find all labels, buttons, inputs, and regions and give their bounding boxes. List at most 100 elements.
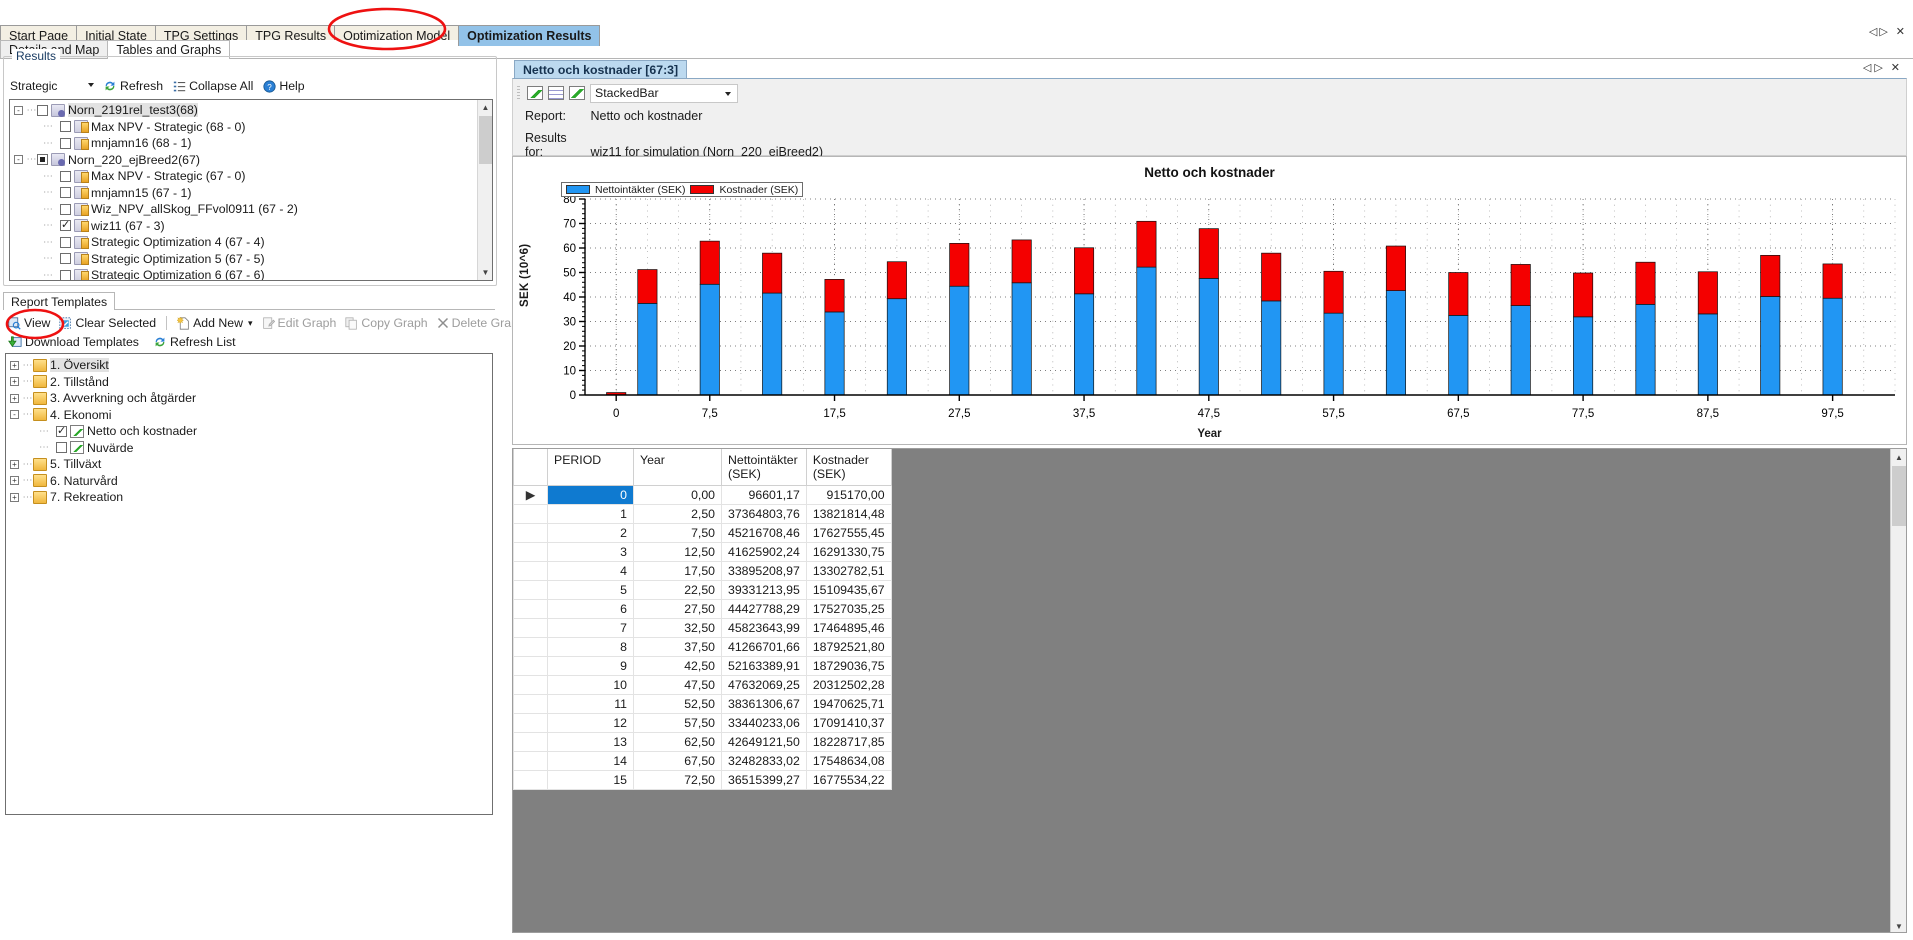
tree-node[interactable]: ⋯ Max NPV - Strategic (68 - 0)	[10, 119, 476, 136]
report-templates-toolbar-row2[interactable]: Download Templates Refresh List	[5, 332, 239, 352]
tree-node[interactable]: ⋯ mnjamn16 (68 - 1)	[10, 135, 476, 152]
row-marker[interactable]	[513, 694, 548, 714]
cell-nettointakter[interactable]: 42649121,50	[721, 732, 807, 752]
cell-year[interactable]: 22,50	[633, 580, 722, 600]
table-row[interactable]: 6 27,50 44427788,29 17527035,25	[513, 599, 892, 619]
table-row[interactable]: 10 47,50 47632069,25 20312502,28	[513, 675, 892, 695]
refresh-button[interactable]: Refresh	[100, 78, 166, 94]
cell-nettointakter[interactable]: 36515399,27	[721, 770, 807, 790]
help-button[interactable]: ? Help	[260, 78, 307, 94]
tree-node[interactable]: + ⋯ 7. Rekreation	[6, 489, 492, 506]
cell-period[interactable]: 5	[547, 580, 634, 600]
cell-kostnader[interactable]: 17091410,37	[805, 713, 892, 733]
expand-node-icon[interactable]: +	[10, 360, 19, 370]
cell-nettointakter[interactable]: 39331213,95	[721, 580, 807, 600]
doc-nav-right-icon[interactable]: ▷	[1874, 62, 1885, 74]
cell-year[interactable]: 17,50	[633, 561, 722, 581]
row-marker[interactable]	[513, 770, 548, 790]
tree-node-checkbox[interactable]	[37, 154, 48, 166]
cell-kostnader[interactable]: 18792521,80	[805, 637, 892, 657]
cell-nettointakter[interactable]: 52163389,91	[721, 656, 807, 676]
tree-node-checkbox[interactable]	[60, 170, 71, 182]
grid-icon[interactable]	[548, 86, 564, 100]
cell-kostnader[interactable]: 17464895,46	[805, 618, 892, 638]
results-tree-scrollbar[interactable]: ▲ ▼	[477, 100, 492, 280]
column-header[interactable]: Year	[633, 449, 722, 486]
cell-period[interactable]: 11	[547, 694, 634, 714]
cell-kostnader[interactable]: 17548634,08	[805, 751, 892, 771]
table-row[interactable]: ▶ 0 0,00 96601,17 915170,00	[513, 485, 892, 505]
cell-kostnader[interactable]: 13821814,48	[805, 504, 892, 524]
tree-node[interactable]: + ⋯ 3. Avverkning och åtgärder	[6, 390, 492, 407]
cell-year[interactable]: 12,50	[633, 542, 722, 562]
expand-node-icon[interactable]: +	[10, 459, 19, 469]
copy-graph-button[interactable]: Copy Graph	[342, 315, 430, 331]
tab-netto-och-kostnader[interactable]: Netto och kostnader [67:3]	[514, 60, 688, 78]
tree-node[interactable]: + ⋯ 2. Tillstånd	[6, 374, 492, 391]
cell-nettointakter[interactable]: 32482833,02	[721, 751, 807, 771]
doc-close-icon[interactable]: ✕	[1891, 62, 1903, 74]
cell-period[interactable]: 9	[547, 656, 634, 676]
scroll-up-icon[interactable]: ▲	[478, 100, 492, 115]
cell-period[interactable]: 10	[547, 675, 634, 695]
tree-node-checkbox[interactable]	[56, 442, 67, 454]
cell-year[interactable]: 37,50	[633, 637, 722, 657]
cell-period[interactable]: 4	[547, 561, 634, 581]
tab-report-templates[interactable]: Report Templates	[3, 292, 116, 310]
cell-nettointakter[interactable]: 45216708,46	[721, 523, 807, 543]
tree-node[interactable]: ⋯ Nuvärde	[6, 440, 492, 457]
cell-kostnader[interactable]: 13302782,51	[805, 561, 892, 581]
cell-year[interactable]: 57,50	[633, 713, 722, 733]
toolbar-grip[interactable]	[517, 86, 520, 100]
column-header[interactable]: Nettointäkter (SEK)	[721, 449, 807, 486]
table-row[interactable]: 8 37,50 41266701,66 18792521,80	[513, 637, 892, 657]
table-row[interactable]: 2 7,50 45216708,46 17627555,45	[513, 523, 892, 543]
cell-year[interactable]: 2,50	[633, 504, 722, 524]
column-header[interactable]	[513, 449, 548, 486]
cell-nettointakter[interactable]: 41266701,66	[721, 637, 807, 657]
cell-nettointakter[interactable]: 41625902,24	[721, 542, 807, 562]
row-marker[interactable]: ▶	[513, 485, 548, 505]
cell-nettointakter[interactable]: 38361306,67	[721, 694, 807, 714]
collapse-node-icon[interactable]: -	[14, 105, 23, 115]
chart-type-combobox[interactable]: StackedBar	[590, 83, 738, 103]
cell-kostnader[interactable]: 17627555,45	[805, 523, 892, 543]
scope-combobox[interactable]: Strategic	[8, 77, 96, 95]
column-header[interactable]: Kostnader (SEK)	[805, 449, 892, 486]
table-row[interactable]: 7 32,50 45823643,99 17464895,46	[513, 618, 892, 638]
tabstrip-nav-controls[interactable]: ◁▷ ✕	[1869, 25, 1907, 38]
cell-year[interactable]: 47,50	[633, 675, 722, 695]
row-marker[interactable]	[513, 751, 548, 771]
tree-node-checkbox[interactable]	[60, 137, 71, 149]
cell-kostnader[interactable]: 19470625,71	[805, 694, 892, 714]
cell-year[interactable]: 32,50	[633, 618, 722, 638]
tree-node-checkbox[interactable]	[60, 203, 71, 215]
cell-nettointakter[interactable]: 33440233,06	[721, 713, 807, 733]
row-marker[interactable]	[513, 732, 548, 752]
cell-kostnader[interactable]: 15109435,67	[805, 580, 892, 600]
table-row[interactable]: 11 52,50 38361306,67 19470625,71	[513, 694, 892, 714]
view-button[interactable]: View	[5, 315, 53, 331]
cell-kostnader[interactable]: 17527035,25	[805, 599, 892, 619]
scroll-down-icon[interactable]: ▼	[478, 265, 492, 280]
tab-nav-left-icon[interactable]: ◁	[1869, 26, 1879, 38]
tree-node[interactable]: - ⋯ Norn_2191rel_test3(68)	[10, 102, 476, 119]
cell-period[interactable]: 2	[547, 523, 634, 543]
cell-nettointakter[interactable]: 37364803,76	[721, 504, 807, 524]
tree-node-checkbox[interactable]	[60, 187, 71, 199]
row-marker[interactable]	[513, 523, 548, 543]
table-row[interactable]: 1 2,50 37364803,76 13821814,48	[513, 504, 892, 524]
row-marker[interactable]	[513, 713, 548, 733]
cell-nettointakter[interactable]: 96601,17	[721, 485, 807, 505]
edit-graph-button[interactable]: Edit Graph	[259, 315, 340, 331]
row-marker[interactable]	[513, 618, 548, 638]
cell-kostnader[interactable]: 16775534,22	[805, 770, 892, 790]
table-row[interactable]: 13 62,50 42649121,50 18228717,85	[513, 732, 892, 752]
cell-year[interactable]: 7,50	[633, 523, 722, 543]
table-row[interactable]: 4 17,50 33895208,97 13302782,51	[513, 561, 892, 581]
tree-node[interactable]: ⋯ Strategic Optimization 5 (67 - 5)	[10, 251, 476, 268]
report-templates-tree[interactable]: + ⋯ 1. Översikt + ⋯ 2. Tillstånd + ⋯ 3. Avverkni…	[5, 353, 493, 815]
tree-node[interactable]: - ⋯ Norn_220_ejBreed2(67)	[10, 152, 476, 169]
collapse-node-icon[interactable]: -	[10, 410, 19, 420]
tree-node[interactable]: ⋯ Strategic Optimization 4 (67 - 4)	[10, 234, 476, 251]
